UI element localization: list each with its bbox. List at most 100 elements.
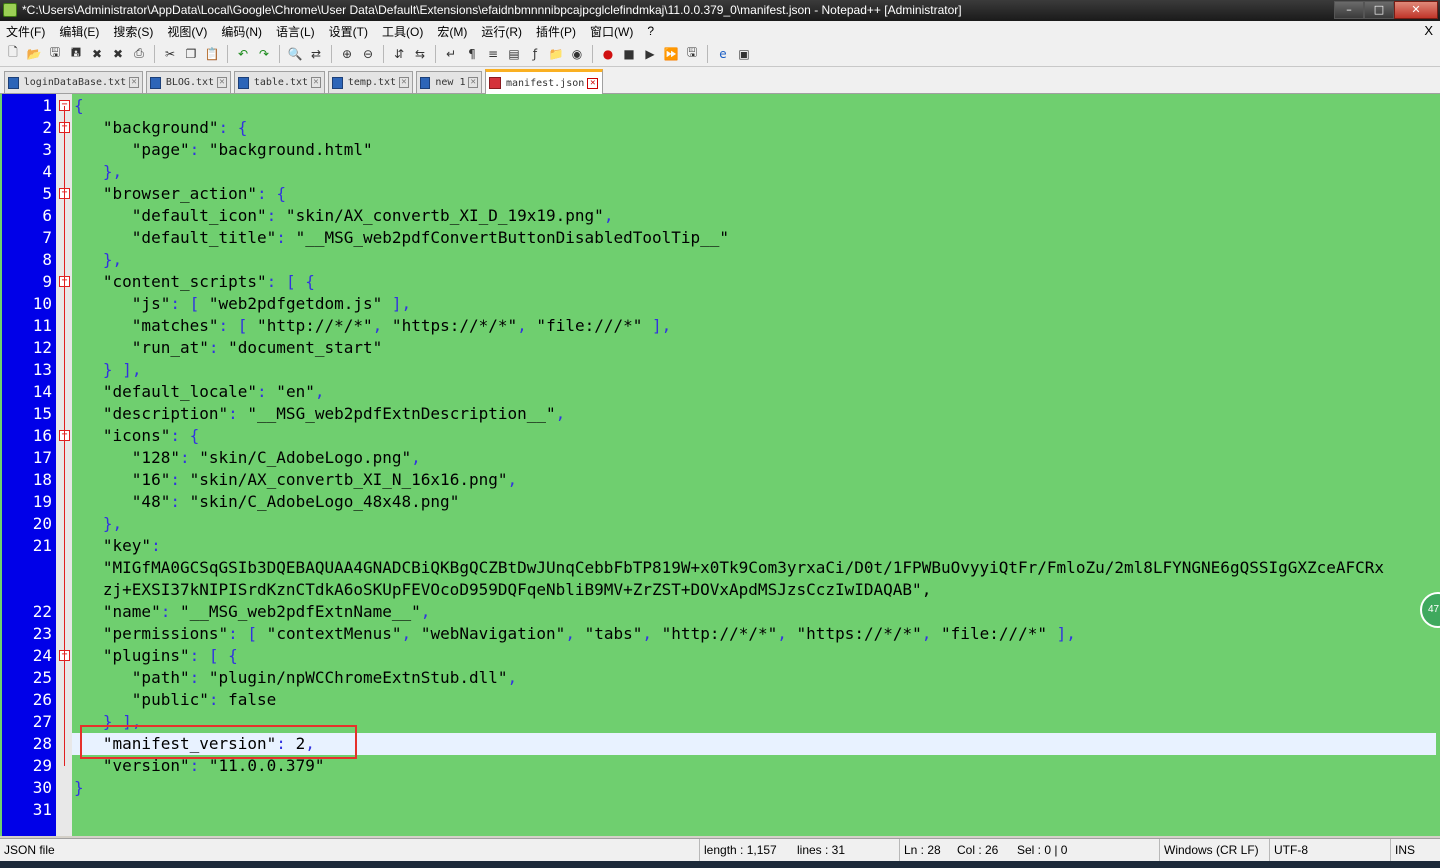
indent-guide-icon[interactable]: ≡ xyxy=(484,45,502,63)
tab-table[interactable]: table.txt ✕ xyxy=(234,71,325,93)
code-line[interactable]: "16": "skin/AX_convertb_XI_N_16x16.png", xyxy=(74,469,517,491)
code-line[interactable]: "default_locale": "en", xyxy=(74,381,325,403)
code-line[interactable]: "browser_action": { xyxy=(74,183,286,205)
stop-macro-icon[interactable]: ■ xyxy=(620,45,638,63)
menu-settings[interactable]: 设置(T) xyxy=(329,23,368,40)
save-icon[interactable]: 🖫 xyxy=(46,45,64,63)
tab-close-icon[interactable]: ✕ xyxy=(129,77,139,88)
code-line[interactable]: zj+EXSI37kNIPISrdKznCTdkA6oSKUpFEVOcoD95… xyxy=(74,579,931,601)
cut-icon[interactable]: ✂ xyxy=(161,45,179,63)
menu-tools[interactable]: 工具(O) xyxy=(382,23,423,40)
status-insert-mode: INS xyxy=(1390,839,1415,862)
menu-plugins[interactable]: 插件(P) xyxy=(536,23,576,40)
code-line[interactable]: "path": "plugin/npWCChromeExtnStub.dll", xyxy=(74,667,517,689)
new-file-icon[interactable]: 🗋 xyxy=(4,45,22,63)
close-document-button[interactable]: X xyxy=(1424,23,1433,38)
word-wrap-icon[interactable]: ↵ xyxy=(442,45,460,63)
sync-h-icon[interactable]: ⇆ xyxy=(411,45,429,63)
code-line[interactable]: "icons": { xyxy=(74,425,199,447)
code-line[interactable]: "content_scripts": [ { xyxy=(74,271,315,293)
code-line[interactable]: }, xyxy=(74,249,122,271)
code-line[interactable]: }, xyxy=(74,161,122,183)
menu-view[interactable]: 视图(V) xyxy=(167,23,207,40)
menu-macro[interactable]: 宏(M) xyxy=(437,23,467,40)
close-window-button[interactable]: ✕ xyxy=(1394,1,1438,19)
line-number: 4 xyxy=(42,162,52,181)
tab-temp[interactable]: temp.txt ✕ xyxy=(328,71,413,93)
status-encoding[interactable]: UTF-8 xyxy=(1269,839,1308,862)
code-line[interactable]: "key": xyxy=(74,535,161,557)
tab-close-icon[interactable]: ✕ xyxy=(468,77,478,88)
menu-edit[interactable]: 编辑(E) xyxy=(59,23,99,40)
menu-run[interactable]: 运行(R) xyxy=(481,23,522,40)
menu-language[interactable]: 语言(L) xyxy=(276,23,315,40)
open-file-icon[interactable]: 📂 xyxy=(25,45,43,63)
replace-icon[interactable]: ⇄ xyxy=(307,45,325,63)
code-line[interactable]: "MIGfMA0GCSqGSIb3DQEBAQUAA4GNADCBiQKBgQC… xyxy=(74,557,1384,579)
code-line[interactable]: "default_title": "__MSG_web2pdfConvertBu… xyxy=(74,227,729,249)
close-all-icon[interactable]: ✖ xyxy=(109,45,127,63)
browser-icon[interactable]: e xyxy=(714,45,732,63)
status-eol[interactable]: Windows (CR LF) xyxy=(1159,839,1259,862)
zoom-out-icon[interactable]: ⊖ xyxy=(359,45,377,63)
tab-blog[interactable]: BLOG.txt ✕ xyxy=(146,71,231,93)
menu-window[interactable]: 窗口(W) xyxy=(590,23,633,40)
code-line[interactable]: }, xyxy=(74,513,122,535)
code-line[interactable]: "matches": [ "http://*/*", "https://*/*"… xyxy=(74,315,672,337)
editor-area[interactable]: 1 2 3 4 5 6 7 8 9 10 11 12 13 14 15 16 17 18 19 20 21 22 23 24 2… xyxy=(0,94,1440,836)
eye-icon[interactable]: ◉ xyxy=(568,45,586,63)
code-line[interactable]: "js": [ "web2pdfgetdom.js" ], xyxy=(74,293,411,315)
tab-close-icon[interactable]: ✕ xyxy=(217,77,227,88)
code-line[interactable]: "plugins": [ { xyxy=(74,645,238,667)
code-line[interactable]: "128": "skin/C_AdobeLogo.png", xyxy=(74,447,421,469)
show-all-chars-icon[interactable]: ¶ xyxy=(463,45,481,63)
save-all-icon[interactable]: 🖪 xyxy=(67,45,85,63)
menu-encoding[interactable]: 编码(N) xyxy=(221,23,262,40)
code-line[interactable]: "48": "skin/C_AdobeLogo_48x48.png" xyxy=(74,491,460,513)
function-list-icon[interactable]: ƒ xyxy=(526,45,544,63)
code-line[interactable]: "run_at": "document_start" xyxy=(74,337,382,359)
tab-logindatabase[interactable]: loginDataBase.txt ✕ xyxy=(4,71,143,93)
folder-icon[interactable]: 📁 xyxy=(547,45,565,63)
code-line[interactable]: "description": "__MSG_web2pdfExtnDescrip… xyxy=(74,403,565,425)
find-icon[interactable]: 🔍 xyxy=(286,45,304,63)
tab-new-1[interactable]: new 1 ✕ xyxy=(416,71,482,93)
code-line[interactable]: "background": { xyxy=(74,117,248,139)
maximize-button[interactable]: □ xyxy=(1364,1,1394,19)
run-macro-icon[interactable]: ⏩ xyxy=(662,45,680,63)
tab-close-icon[interactable]: ✕ xyxy=(399,77,409,88)
close-icon[interactable]: ✖ xyxy=(88,45,106,63)
line-number: 19 xyxy=(32,492,52,511)
code-line[interactable]: } ], xyxy=(74,359,142,381)
record-macro-icon[interactable]: ● xyxy=(599,45,617,63)
code-line[interactable]: } xyxy=(74,777,84,799)
code-line[interactable]: "page": "background.html" xyxy=(74,139,373,161)
sync-v-icon[interactable]: ⇵ xyxy=(390,45,408,63)
tab-manifest-json[interactable]: manifest.json ✕ xyxy=(485,69,603,94)
menu-search[interactable]: 搜索(S) xyxy=(113,23,153,40)
code-line[interactable]: "permissions": [ "contextMenus", "webNav… xyxy=(74,623,1076,645)
doc-map-icon[interactable]: ▤ xyxy=(505,45,523,63)
code-line[interactable]: "name": "__MSG_web2pdfExtnName__", xyxy=(74,601,431,623)
code-line[interactable]: { xyxy=(74,95,84,117)
redo-icon[interactable]: ↷ xyxy=(255,45,273,63)
menu-file[interactable]: 文件(F) xyxy=(6,23,45,40)
tab-close-icon[interactable]: ✕ xyxy=(311,77,321,88)
launch-icon[interactable]: ▣ xyxy=(735,45,753,63)
minimize-button[interactable]: – xyxy=(1334,1,1364,19)
code-line[interactable]: "default_icon": "skin/AX_convertb_XI_D_1… xyxy=(74,205,614,227)
menu-help[interactable]: ? xyxy=(647,24,654,38)
save-macro-icon[interactable]: 🖫 xyxy=(683,45,701,63)
code-line[interactable]: "public": false xyxy=(74,689,277,711)
zoom-in-icon[interactable]: ⊕ xyxy=(338,45,356,63)
paste-icon[interactable]: 📋 xyxy=(203,45,221,63)
notepadpp-app-icon[interactable] xyxy=(3,3,17,17)
copy-icon[interactable]: ❐ xyxy=(182,45,200,63)
tab-close-icon[interactable]: ✕ xyxy=(587,77,599,89)
play-macro-icon[interactable]: ▶ xyxy=(641,45,659,63)
line-number: 29 xyxy=(32,756,52,775)
undo-icon[interactable]: ↶ xyxy=(234,45,252,63)
status-lines: lines : 31 xyxy=(797,843,846,857)
fold-margin: −−−−−− xyxy=(56,94,72,836)
print-icon[interactable]: ⎙ xyxy=(130,45,148,63)
